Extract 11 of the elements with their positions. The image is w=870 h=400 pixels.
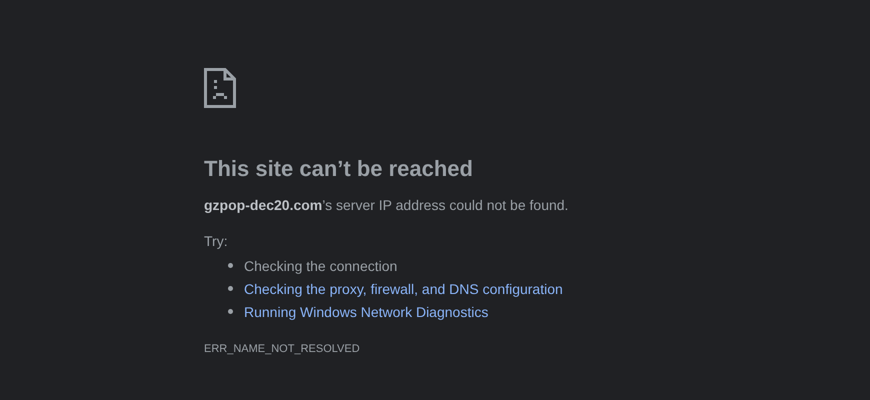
sad-page-icon bbox=[204, 68, 236, 108]
bullet-icon bbox=[228, 286, 233, 291]
error-message: gzpop-dec20.com’s server IP address could not be found. bbox=[204, 196, 568, 215]
suggestion-text: Checking the connection bbox=[244, 258, 398, 274]
bullet-icon bbox=[228, 309, 233, 314]
error-heading: This site can’t be reached bbox=[204, 155, 473, 183]
suggestions-label: Try: bbox=[204, 232, 228, 251]
error-code: ERR_NAME_NOT_RESOLVED bbox=[204, 342, 360, 356]
suggestion-link[interactable]: Checking the proxy, firewall, and DNS configuration bbox=[244, 280, 563, 296]
bullet-icon bbox=[228, 263, 233, 268]
suggestion-link[interactable]: Running Windows Network Diagnostics bbox=[244, 304, 488, 320]
